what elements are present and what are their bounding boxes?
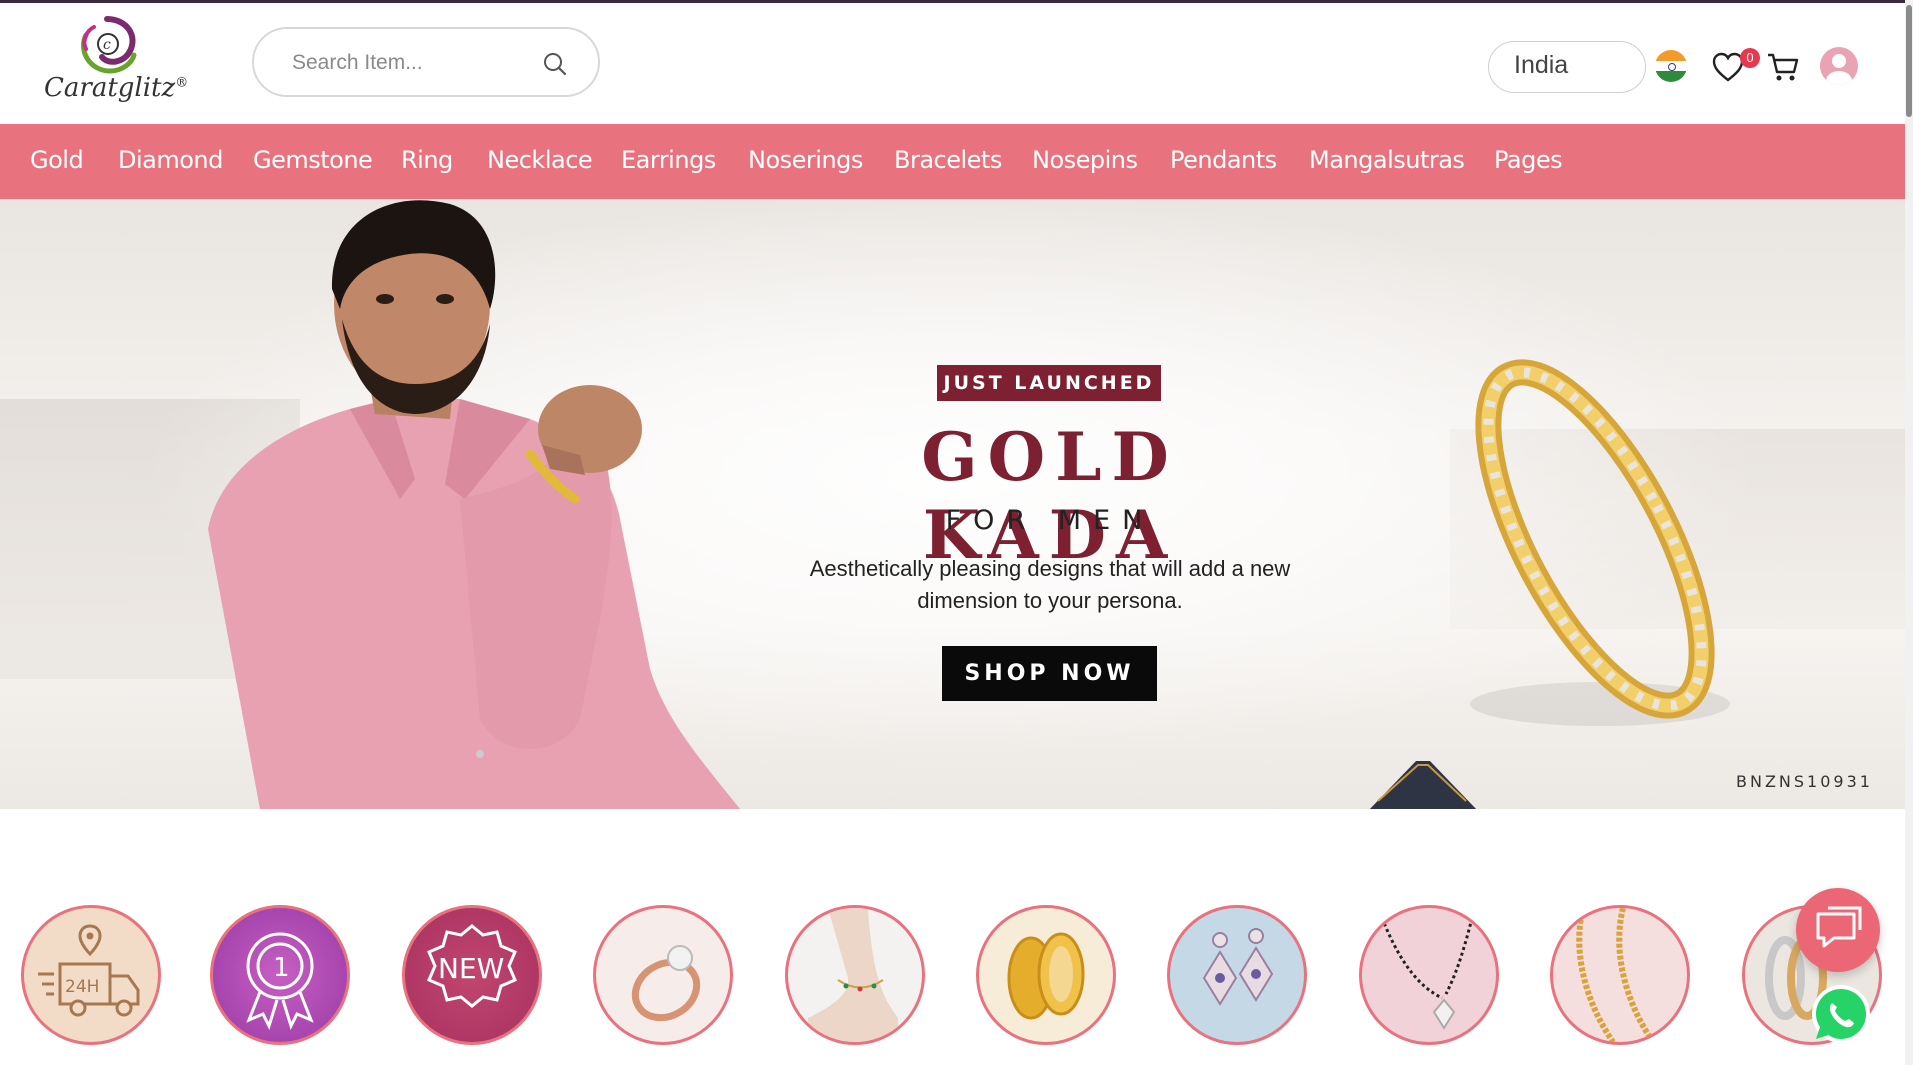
header: c Caratglitz® India 0 <box>0 3 1905 124</box>
shop-now-button[interactable]: SHOP NOW <box>942 646 1157 701</box>
nav-item-noserings[interactable]: Noserings <box>748 146 863 174</box>
mangalsutra-image <box>1380 917 1474 1030</box>
hero-title: GOLD KADA <box>921 418 1179 574</box>
search-bar <box>252 27 600 97</box>
nav-item-mangalsutras[interactable]: Mangalsutras <box>1309 146 1465 174</box>
gold-chain-image <box>1576 908 1656 1042</box>
just-launched-tag: JUST LAUNCHED <box>937 365 1161 401</box>
nav-item-nosepins[interactable]: Nosepins <box>1032 146 1138 174</box>
svg-text:c: c <box>103 37 111 53</box>
category-bestseller[interactable]: 1 <box>210 905 350 1045</box>
earrings-image <box>1202 928 1274 1006</box>
category-mangalsutra[interactable] <box>1359 905 1499 1045</box>
chat-icon <box>1816 906 1862 948</box>
whatsapp-icon[interactable] <box>1810 983 1872 1045</box>
category-gold-chain[interactable] <box>1550 905 1690 1045</box>
award-ribbon-icon: 1 <box>246 932 314 1031</box>
cart-icon[interactable] <box>1766 51 1800 83</box>
category-delivery-24h[interactable]: 24H <box>21 905 161 1045</box>
gold-kada-product-image <box>1470 359 1730 726</box>
jewelry-box-image <box>1369 761 1477 809</box>
svg-text:1: 1 <box>273 953 290 983</box>
nav-item-earrings[interactable]: Earrings <box>621 146 716 174</box>
model-image <box>208 200 740 809</box>
hero-banner[interactable]: JUST LAUNCHED GOLD KADA FOR MEN Aestheti… <box>0 199 1905 809</box>
search-icon[interactable] <box>542 51 568 77</box>
nav-item-pages[interactable]: Pages <box>1494 146 1563 174</box>
hero-subtitle: FOR MEN <box>945 505 1155 536</box>
category-carousel: 24H 1 NEW <box>0 900 1905 1050</box>
category-anklet[interactable] <box>785 905 925 1045</box>
anklet-image <box>808 908 898 1042</box>
nav-item-bracelets[interactable]: Bracelets <box>894 146 1002 174</box>
brand-logo[interactable]: c Caratglitz® <box>44 15 189 115</box>
user-avatar-icon[interactable] <box>1820 47 1858 85</box>
new-badge-icon: NEW <box>427 924 517 1008</box>
ring-image <box>631 945 701 1022</box>
category-earrings[interactable] <box>1167 905 1307 1045</box>
nav-item-diamond[interactable]: Diamond <box>118 146 223 174</box>
hero-description: Aesthetically pleasing designs that will… <box>809 556 1291 613</box>
nav-item-ring[interactable]: Ring <box>401 146 453 174</box>
country-selector[interactable]: India <box>1488 41 1646 93</box>
category-new-arrivals[interactable]: NEW <box>402 905 542 1045</box>
scrollbar-thumb[interactable] <box>1906 5 1912 117</box>
category-gold-bangles[interactable] <box>976 905 1116 1045</box>
logo-wordmark: Caratglitz® <box>44 73 189 103</box>
category-ring[interactable] <box>593 905 733 1045</box>
svg-text:NEW: NEW <box>438 952 504 985</box>
main-nav: Gold Diamond Gemstone Ring Necklace Earr… <box>0 124 1905 199</box>
chat-button[interactable] <box>1796 888 1880 972</box>
svg-text:24H: 24H <box>65 977 99 997</box>
nav-item-gemstone[interactable]: Gemstone <box>253 146 373 174</box>
nav-item-necklace[interactable]: Necklace <box>487 146 593 174</box>
india-flag-icon[interactable] <box>1655 50 1687 82</box>
wishlist-count-badge: 0 <box>1740 48 1760 68</box>
logo-swirl-icon: c <box>81 16 137 74</box>
search-input[interactable] <box>290 45 524 81</box>
nav-item-gold[interactable]: Gold <box>30 146 84 174</box>
product-code: BNZNS10931 <box>1736 772 1873 791</box>
nav-item-pendants[interactable]: Pendants <box>1170 146 1277 174</box>
page-scrollbar[interactable] <box>1905 0 1913 1065</box>
delivery-24h-icon: 24H <box>38 924 140 1017</box>
gold-bangles-image <box>1007 932 1085 1020</box>
